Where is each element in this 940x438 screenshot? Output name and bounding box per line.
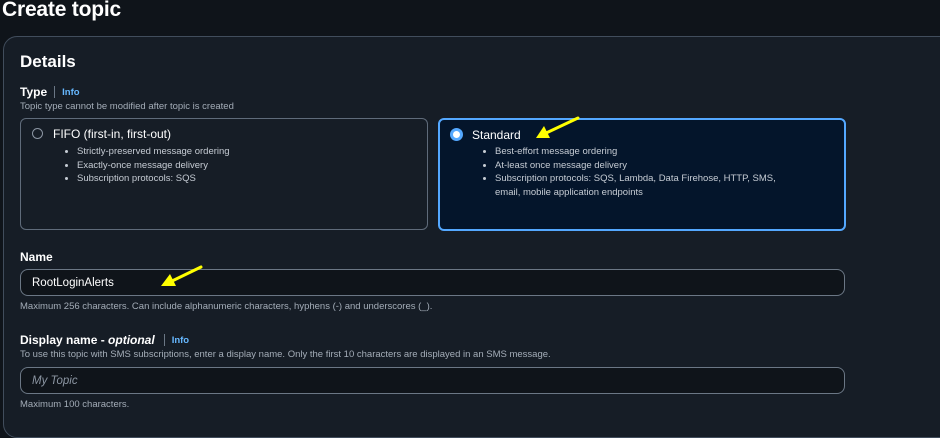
type-option-standard[interactable]: Standard Best-effort message ordering At… xyxy=(438,118,846,231)
list-item: Best-effort message ordering xyxy=(495,145,776,159)
list-item: At-least once message delivery xyxy=(495,159,776,173)
display-name-label-row: Display name - optional Info xyxy=(20,333,189,347)
standard-title: Standard xyxy=(472,128,521,142)
display-name-hint: To use this topic with SMS subscriptions… xyxy=(20,349,551,360)
name-label: Name xyxy=(20,250,53,264)
list-item: email, mobile application endpoints xyxy=(495,186,643,198)
name-hint: Maximum 256 characters. Can include alph… xyxy=(20,301,433,312)
divider xyxy=(163,334,165,346)
display-name-info-link[interactable]: Info xyxy=(172,335,189,346)
divider xyxy=(54,86,56,98)
fifo-title: FIFO (first-in, first-out) xyxy=(53,127,171,141)
name-input[interactable]: RootLoginAlerts xyxy=(20,269,845,296)
fifo-feature-list: Strictly-preserved message ordering Exac… xyxy=(77,145,230,186)
standard-radio[interactable] xyxy=(450,128,463,141)
type-option-fifo[interactable]: FIFO (first-in, first-out) Strictly-pres… xyxy=(20,118,428,230)
type-hint: Topic type cannot be modified after topi… xyxy=(20,101,234,112)
list-item: Subscription protocols: SQS, Lambda, Dat… xyxy=(495,172,776,186)
section-title-details: Details xyxy=(20,52,76,71)
list-item: Exactly-once message delivery xyxy=(77,159,230,173)
type-info-link[interactable]: Info xyxy=(62,87,79,98)
display-name-input[interactable]: My Topic xyxy=(20,367,845,394)
type-label: Type xyxy=(20,85,48,99)
annotation-arrow-icon xyxy=(161,265,203,286)
display-name-label: Display name - optional xyxy=(20,333,155,347)
list-item: Strictly-preserved message ordering xyxy=(77,145,230,159)
list-item: Subscription protocols: SQS xyxy=(77,172,230,186)
type-label-row: Type Info xyxy=(20,85,80,99)
annotation-arrow-icon xyxy=(536,116,580,138)
standard-feature-list: Best-effort message ordering At-least on… xyxy=(495,145,776,199)
fifo-radio[interactable] xyxy=(32,128,43,139)
display-name-footer-hint: Maximum 100 characters. xyxy=(20,399,130,410)
page-title: Create topic xyxy=(2,0,121,21)
name-label-row: Name xyxy=(20,250,53,264)
